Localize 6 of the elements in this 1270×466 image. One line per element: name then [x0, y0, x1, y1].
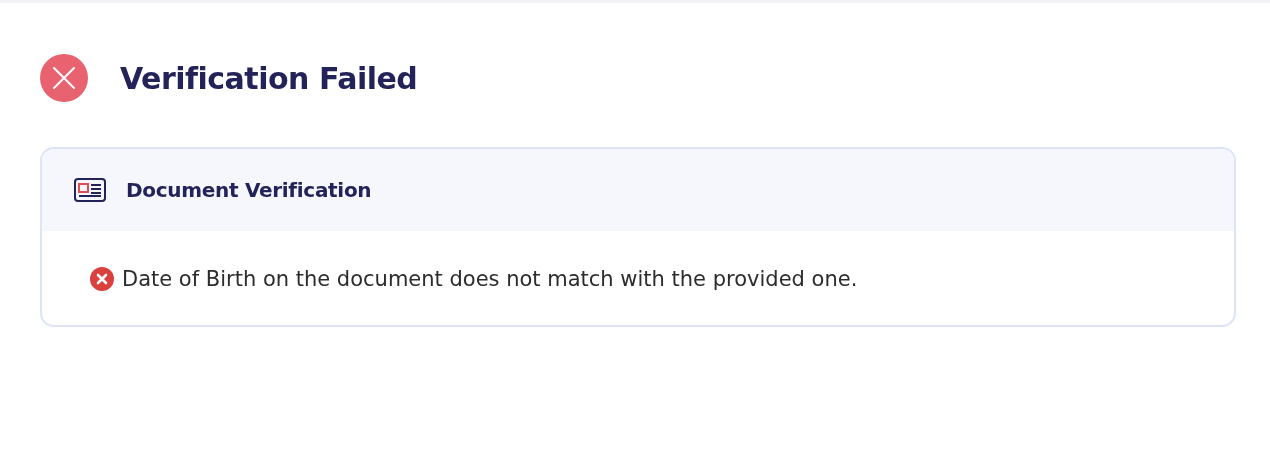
- error-message: Date of Birth on the document does not match with the provided one.: [122, 267, 858, 291]
- page-title: Verification Failed: [120, 60, 418, 96]
- error-icon: [40, 54, 88, 102]
- id-card-icon: [74, 178, 106, 202]
- card-title: Document Verification: [126, 178, 372, 202]
- error-icon: [90, 267, 114, 291]
